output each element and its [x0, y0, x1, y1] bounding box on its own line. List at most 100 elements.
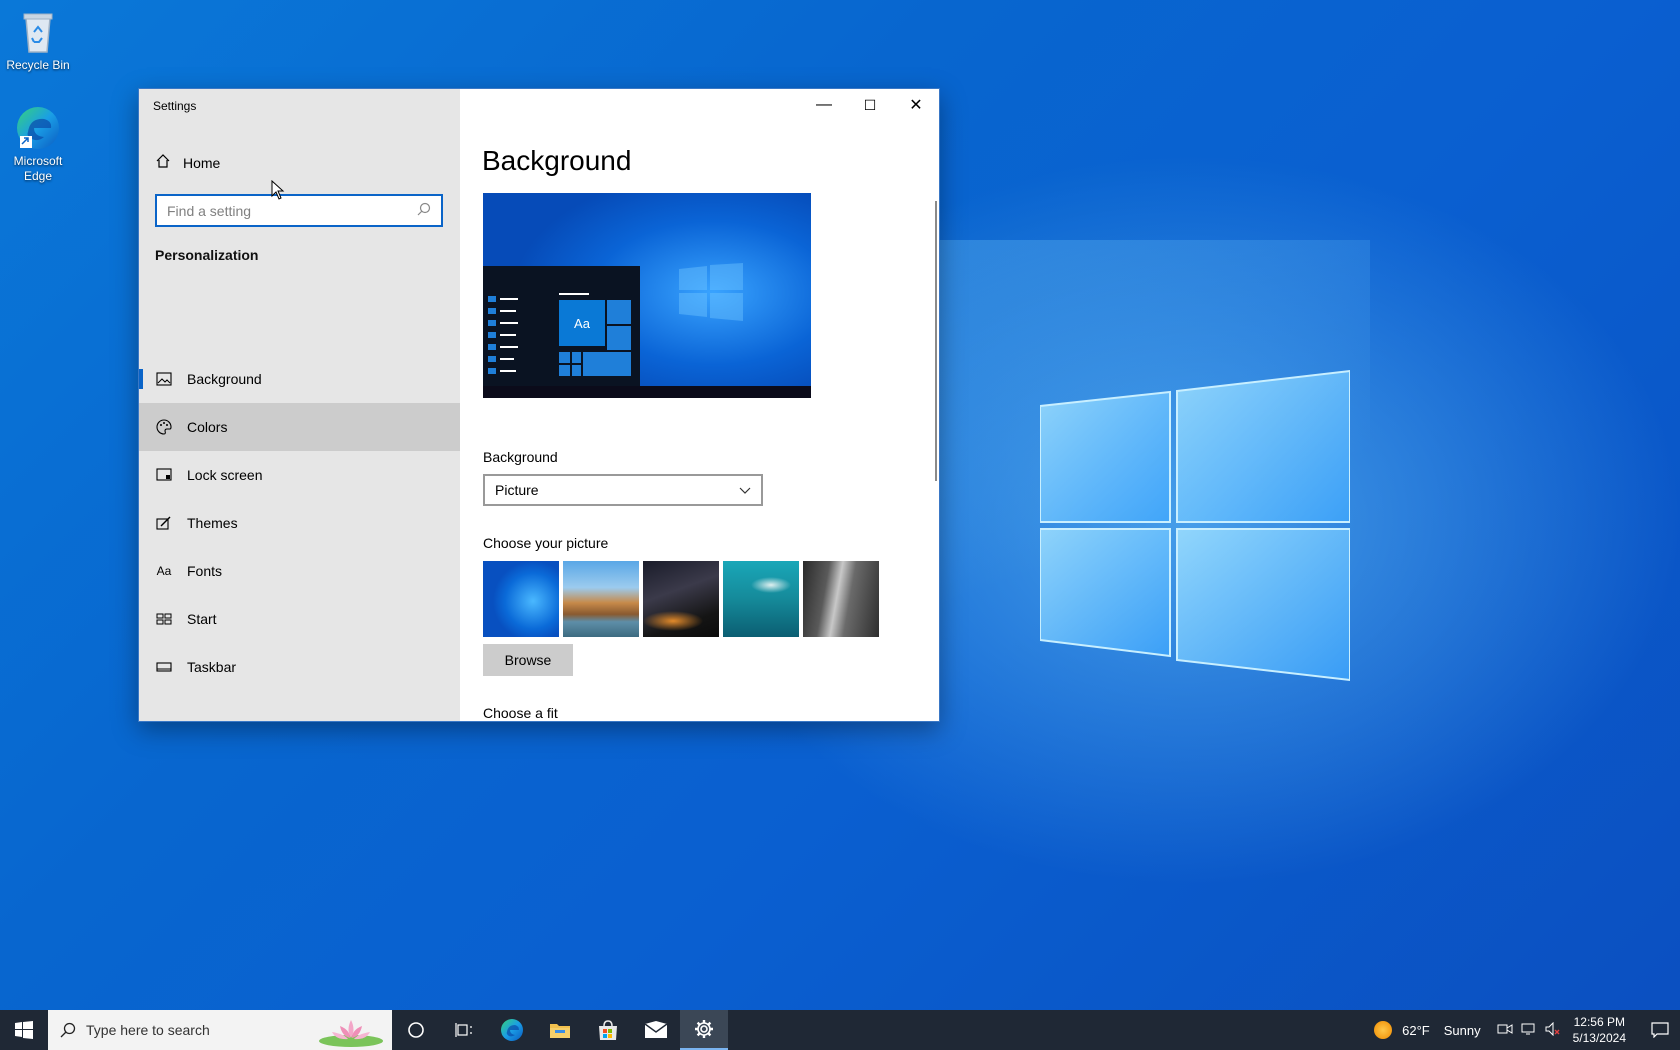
preview-tile [559, 365, 570, 376]
home-link[interactable]: Home [155, 153, 220, 172]
sidebar-item-taskbar[interactable]: Taskbar [139, 643, 460, 691]
content-scrollbar[interactable] [935, 201, 937, 481]
start-icon [155, 610, 173, 628]
desktop-icon-label: Recycle Bin [6, 58, 70, 72]
maximize-button[interactable]: ☐ [847, 89, 893, 121]
preview-tile [583, 352, 631, 376]
picture-thumb-cliff[interactable] [803, 561, 879, 637]
taskbar: Type here to search 62°F Sunny 12:56 PM … [0, 1010, 1680, 1050]
choose-picture-label: Choose your picture [483, 535, 609, 551]
preview-tile-aa: Aa [559, 300, 605, 346]
taskbar-search-placeholder: Type here to search [86, 1022, 210, 1038]
search-icon [417, 202, 431, 219]
recycle-bin-icon [14, 8, 62, 56]
windows-start-icon [15, 1021, 33, 1039]
settings-window: Settings Home Personalization Background [138, 88, 940, 722]
search-input[interactable] [167, 202, 397, 219]
sidebar-item-themes[interactable]: Themes [139, 499, 460, 547]
sidebar-item-label: Lock screen [187, 467, 263, 483]
preview-tile [559, 352, 570, 363]
preview-tile [607, 326, 631, 350]
background-label: Background [483, 449, 558, 465]
sidebar-item-start[interactable]: Start [139, 595, 460, 643]
home-label: Home [183, 154, 221, 171]
edge-icon [14, 104, 62, 152]
edge-icon [501, 1019, 523, 1041]
sidebar-item-label: Taskbar [187, 659, 237, 675]
store-button[interactable] [584, 1010, 632, 1050]
search-icon [60, 1022, 76, 1038]
minimize-button[interactable]: — [801, 89, 847, 121]
taskbar-edge-button[interactable] [488, 1010, 536, 1050]
preview-tile [572, 365, 581, 376]
start-button[interactable] [0, 1010, 48, 1050]
mail-button[interactable] [632, 1010, 680, 1050]
weather-temp[interactable]: 62°F [1402, 1023, 1430, 1038]
meet-now-icon[interactable] [1497, 1022, 1513, 1039]
sidebar-item-label: Fonts [187, 563, 223, 579]
chevron-down-icon [739, 482, 751, 498]
sidebar-item-label: Colors [187, 419, 228, 435]
cortana-icon [408, 1022, 424, 1038]
network-icon[interactable] [1521, 1022, 1537, 1039]
brush-icon [155, 514, 173, 532]
preview-tile [607, 300, 631, 324]
system-tray: 62°F Sunny 12:56 PM 5/13/2024 [1374, 1010, 1680, 1050]
weather-sun-icon[interactable] [1374, 1021, 1393, 1039]
preview-tile [572, 352, 581, 363]
browse-button[interactable]: Browse [483, 644, 573, 676]
preview-start-header [559, 293, 589, 295]
home-icon [155, 153, 171, 172]
preview-taskbar [483, 386, 811, 398]
clock-date: 5/13/2024 [1572, 1031, 1626, 1045]
font-icon: Aa [156, 564, 172, 578]
clock-time: 12:56 PM [1573, 1015, 1625, 1029]
picture-thumb-windows[interactable] [483, 561, 559, 637]
taskbar-icon [155, 658, 173, 676]
task-view-button[interactable] [440, 1010, 488, 1050]
action-center-icon[interactable] [1640, 1010, 1680, 1050]
sidebar-item-lock-screen[interactable]: Lock screen [139, 451, 460, 499]
picture-thumbnails [483, 561, 879, 637]
windows-logo-preview [679, 263, 743, 321]
cortana-button[interactable] [392, 1010, 440, 1050]
palette-icon [155, 418, 173, 436]
taskbar-clock[interactable]: 12:56 PM 5/13/2024 [1573, 1014, 1626, 1046]
sidebar-item-label: Background [187, 371, 262, 387]
store-icon [599, 1020, 617, 1040]
window-title: Settings [153, 99, 197, 113]
picture-thumb-night-sky[interactable] [643, 561, 719, 637]
desktop-icon-recycle-bin[interactable]: Recycle Bin [0, 8, 78, 73]
file-explorer-icon [550, 1024, 570, 1038]
settings-sidebar: Settings Home Personalization Background [139, 89, 460, 721]
sidebar-item-fonts[interactable]: Aa Fonts [139, 547, 460, 595]
taskbar-search-box[interactable]: Type here to search [48, 1010, 392, 1050]
mouse-cursor-icon [271, 180, 285, 200]
windows-logo-wallpaper [1039, 368, 1351, 684]
sidebar-item-label: Themes [187, 515, 238, 531]
page-title: Background [482, 145, 632, 176]
sidebar-item-colors[interactable]: Colors [139, 403, 460, 451]
background-preview: Aa [483, 193, 811, 398]
picture-thumb-beach[interactable] [563, 561, 639, 637]
picture-icon [155, 370, 173, 388]
lotus-flower-icon [319, 1020, 383, 1047]
settings-taskbar-button[interactable] [680, 1010, 728, 1050]
find-setting-search[interactable] [155, 194, 443, 227]
task-view-icon [455, 1023, 472, 1037]
picture-thumb-underwater[interactable] [723, 561, 799, 637]
lock-screen-icon [155, 466, 173, 484]
background-type-dropdown[interactable]: Picture [483, 474, 763, 506]
close-button[interactable]: ✕ [893, 89, 939, 121]
file-explorer-button[interactable] [536, 1010, 584, 1050]
volume-muted-icon[interactable] [1545, 1021, 1561, 1039]
desktop-icon-label: Microsoft Edge [13, 154, 63, 183]
settings-content: — ☐ ✕ Background Aa Background Picture C… [460, 89, 939, 721]
desktop-icon-edge[interactable]: Microsoft Edge [0, 104, 78, 184]
choose-fit-label: Choose a fit [483, 705, 558, 721]
sidebar-item-label: Start [187, 611, 217, 627]
weather-condition[interactable]: Sunny [1444, 1023, 1481, 1038]
settings-icon [695, 1020, 713, 1038]
dropdown-value: Picture [495, 482, 539, 498]
sidebar-item-background[interactable]: Background [139, 355, 460, 403]
